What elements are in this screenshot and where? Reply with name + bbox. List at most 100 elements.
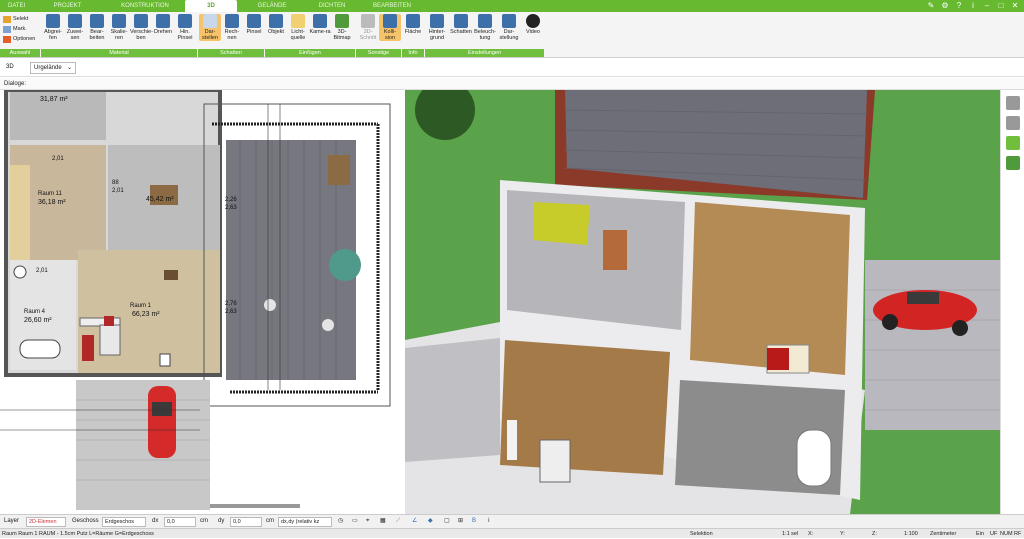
info-icon[interactable]: i [968, 1, 978, 11]
house-shadow-icon [454, 14, 468, 28]
dimension-label: 2,26 [225, 197, 237, 203]
tab-gelaende[interactable]: GELÄNDE [237, 0, 307, 12]
floor-plan-2d[interactable]: 31,87 m² Raum 11 36,18 m² 45,42 m² Raum … [0, 90, 400, 514]
ortho-icon[interactable]: ⊞ [458, 515, 463, 528]
chevron-down-icon: ⌄ [66, 65, 72, 71]
room-area-label: 26,60 m² [24, 317, 52, 324]
scale-icon [112, 14, 126, 28]
floor-plan-drawing [0, 90, 400, 514]
hinpinsel-button[interactable]: Hin. Pinsel [174, 14, 196, 41]
settings-icon[interactable]: ⚙ [940, 1, 950, 11]
group-schatten: Schatten [198, 49, 264, 57]
pinsel-button[interactable]: Pinsel [243, 14, 265, 35]
bearbeiten-button[interactable]: Bear-beiten [86, 14, 108, 41]
beleuchtung-button[interactable]: Beleuch-tung [474, 14, 496, 41]
group-sonstige: Sonstige [356, 49, 401, 57]
room-area-label: 31,87 m² [40, 96, 68, 103]
fill-icon[interactable]: ◆ [428, 515, 433, 528]
view-toolbar: 3D [0, 59, 1024, 77]
coordinate-mode-select[interactable]: dx,dy (relativ kz [278, 517, 332, 527]
group-einfuegen: Einfügen [265, 49, 355, 57]
edit-icon [90, 14, 104, 28]
bottom-toolbar: Layer 2D-Elemen Geschoss Erdgeschos dx 0… [0, 514, 1024, 528]
dx-label: dx [152, 518, 159, 524]
terrain-select[interactable]: Urgelände ⌄ [30, 62, 76, 74]
tab-konstruktion[interactable]: KONSTRUKTION [105, 0, 185, 12]
collision-icon [383, 14, 397, 28]
select-button[interactable]: Selekt [3, 14, 35, 24]
tab-projekt[interactable]: PROJEKT [30, 0, 105, 12]
dy-label: dy [218, 518, 225, 524]
selection-stack: Selekt Mark. Optionen [3, 14, 35, 44]
chair-icon[interactable] [1005, 116, 1020, 130]
skalieren-button[interactable]: Skalie-ren [108, 14, 130, 41]
room-name-label: Raum 4 [24, 309, 46, 315]
pin-icon[interactable]: ✎ [926, 1, 936, 11]
clock-icon[interactable]: ◷ [338, 515, 343, 528]
video-button[interactable]: Video [522, 14, 544, 35]
zuweisen-button[interactable]: Zuwei-sen [64, 14, 86, 41]
schnitt3d-button[interactable]: 3D-Schnitt [357, 14, 379, 41]
dy-unit: cm [266, 518, 274, 524]
lichtquelle-button[interactable]: Licht-quelle [287, 14, 309, 41]
tool-icon[interactable]: ▭ [352, 515, 358, 528]
tree-icon[interactable] [1005, 156, 1020, 170]
schatten-button[interactable]: Schatten [450, 14, 472, 35]
room-area-label: 45,42 m² [146, 196, 174, 203]
dx-input[interactable]: 0,0 [164, 517, 196, 527]
assign-icon [68, 14, 82, 28]
hintergrund-button[interactable]: Hinter-grund [426, 14, 448, 41]
group-einstellungen: Einstellungen [425, 49, 544, 57]
pipette-icon [46, 14, 60, 28]
palette-icon[interactable] [1005, 136, 1020, 150]
kollision-button[interactable]: Kolli-sion [379, 14, 401, 41]
abgreifen-button[interactable]: Abgrei-fen [42, 14, 64, 41]
ribbon: Selekt Mark. Optionen Abgrei-fen Zuwei-s… [0, 12, 1024, 58]
section-icon [361, 14, 375, 28]
dy-input[interactable]: 0,0 [230, 517, 262, 527]
line-icon[interactable]: ⟋ [396, 515, 400, 528]
bold-icon[interactable]: B [472, 515, 476, 528]
drehen-button[interactable]: Drehen [152, 14, 174, 35]
layer-select[interactable]: 2D-Elemen [26, 517, 66, 527]
dimension-label: 2,63 [225, 309, 237, 315]
cube-icon [203, 14, 217, 28]
flaeche-button[interactable]: Fläche [402, 14, 424, 35]
objekt-button[interactable]: Objekt [265, 14, 287, 35]
options-icon [3, 35, 11, 43]
close-icon[interactable]: ✕ [1010, 1, 1020, 11]
help-icon[interactable]: ? [954, 1, 964, 11]
verschieben-button[interactable]: Verschie-ben [130, 14, 153, 41]
geschoss-select[interactable]: Erdgeschos [102, 517, 146, 527]
darstellung-button[interactable]: Dar-stellung [498, 14, 520, 41]
layer-label: Layer [4, 518, 20, 524]
room-area-label: 66,23 m² [132, 311, 160, 318]
bitmap3d-button[interactable]: 3D-Bitmap [331, 14, 353, 41]
minimize-icon[interactable]: – [982, 1, 992, 11]
window-controls: ✎ ⚙ ? i – □ ✕ [926, 1, 1020, 11]
snap-icon[interactable]: ⌖ [366, 515, 369, 528]
brush-icon [178, 14, 192, 28]
options-button[interactable]: Optionen [3, 34, 35, 44]
view-3d[interactable] [405, 90, 1000, 514]
layers-icon[interactable] [1005, 96, 1020, 110]
mark-button[interactable]: Mark. [3, 24, 35, 34]
darstellen-button[interactable]: Dar-stellen [199, 14, 221, 41]
tab-dichten[interactable]: DICHTEN [307, 0, 357, 12]
room-name-label: Raum 1 [130, 303, 152, 309]
tab-3d[interactable]: 3D [185, 0, 237, 12]
grid-icon[interactable]: ▦ [380, 515, 386, 528]
status-bar: Raum Raum 1 RAUM - 1.5cm Putz L=Räume G=… [0, 528, 1024, 538]
angle-icon[interactable]: ∠ [412, 515, 417, 528]
kamera-button[interactable]: Kame-ra [309, 14, 331, 35]
view-icon[interactable]: ▢ [444, 515, 450, 528]
tab-bearbeiten[interactable]: BEARBEITEN [357, 0, 427, 12]
maximize-icon[interactable]: □ [996, 1, 1006, 11]
calculate-icon [225, 14, 239, 28]
info-small-icon[interactable]: ⅰ [488, 515, 490, 528]
group-info: Info [402, 49, 424, 57]
tab-datei[interactable]: DATEI [0, 0, 30, 12]
camera-icon [313, 14, 327, 28]
group-material: Material [41, 49, 197, 57]
rechnen-button[interactable]: Rech-nen [221, 14, 243, 41]
